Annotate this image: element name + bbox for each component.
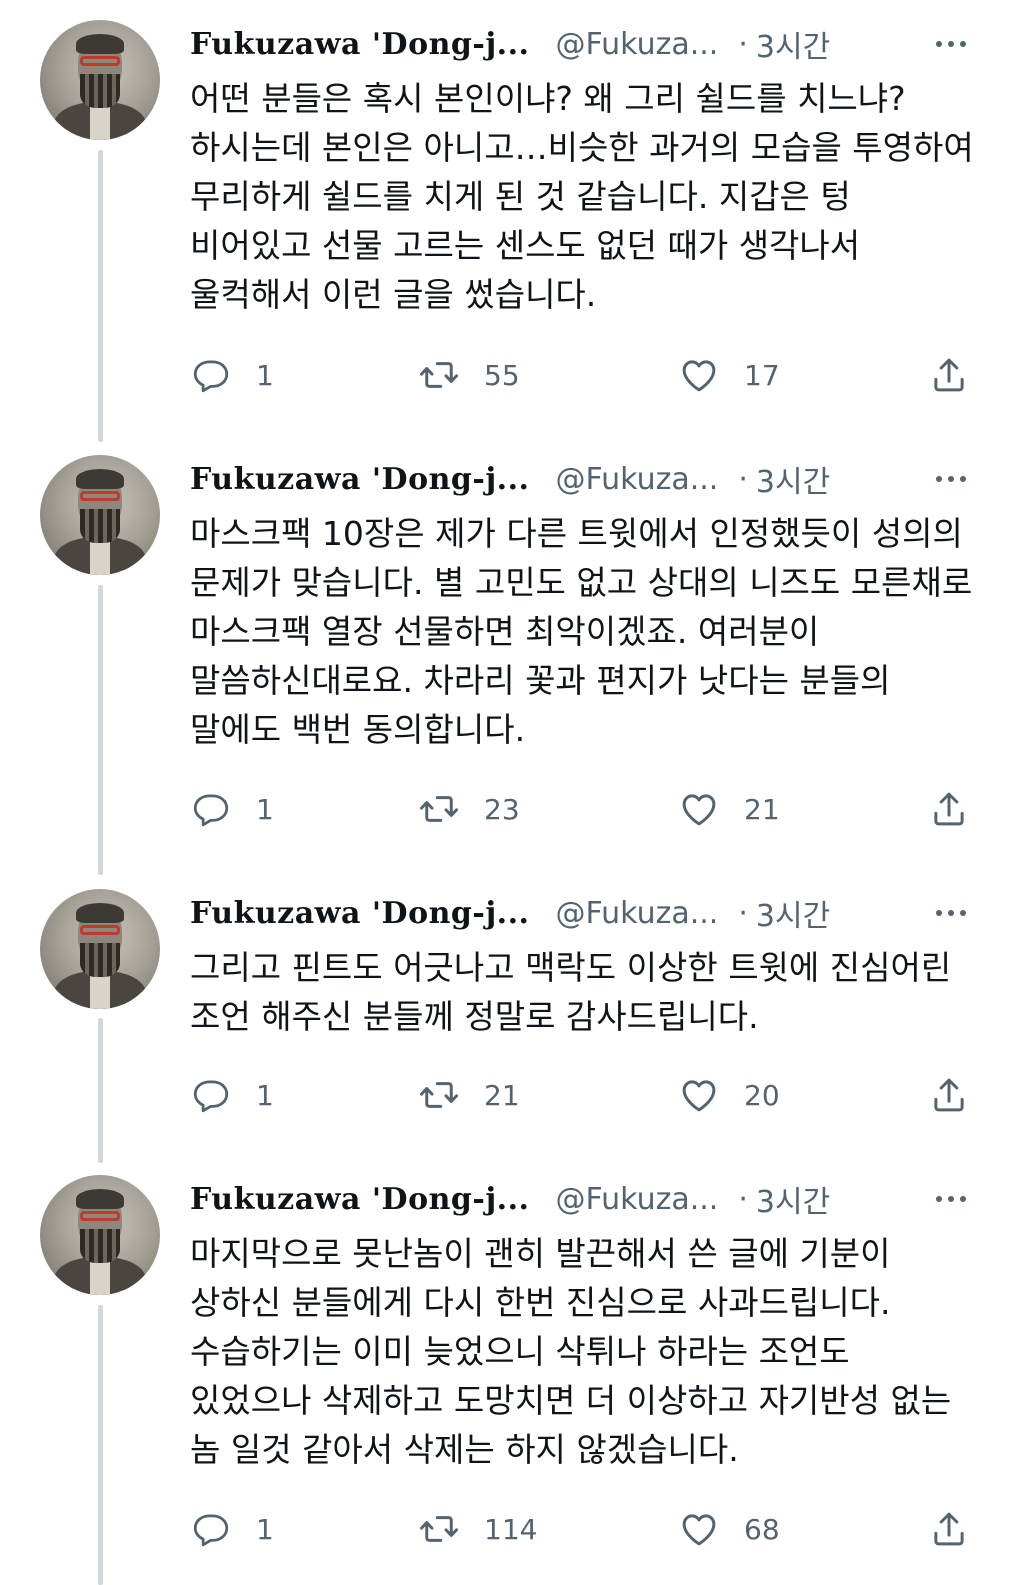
share-button[interactable]: [928, 1506, 970, 1552]
more-options-icon[interactable]: [936, 1175, 966, 1223]
tweet-text: 마지막으로 못난놈이 괜히 발끈해서 쓴 글에 기분이 상하신 분들에게 다시 …: [190, 1234, 952, 1469]
reply-count: 1: [256, 1512, 274, 1546]
tweet-header: Fukuzawa 'Dong-j... @Fukuza... · 3시간: [190, 889, 990, 937]
share-icon: [934, 1078, 964, 1112]
author-handle[interactable]: @Fukuza...: [556, 896, 719, 931]
author-name[interactable]: Fukuzawa 'Dong-j...: [190, 1182, 530, 1217]
reply-count: 1: [256, 1078, 274, 1112]
tweet-header: Fukuzawa 'Dong-j... @Fukuza... · 3시간: [190, 455, 990, 503]
tweet[interactable]: Fukuzawa 'Dong-j... @Fukuza... · 3시간 어떤 …: [0, 0, 1024, 440]
separator-dot: ·: [738, 1181, 748, 1217]
heart-icon: [682, 1514, 716, 1546]
heart-icon: [682, 360, 716, 392]
tweet[interactable]: Fukuzawa 'Dong-j... @Fukuza... · 3시간 마스크…: [0, 435, 1024, 875]
author-name[interactable]: Fukuzawa 'Dong-j...: [190, 27, 530, 62]
tweet[interactable]: Fukuzawa 'Dong-j... @Fukuza... · 3시간 마지막…: [0, 1155, 1024, 1585]
like-count: 68: [744, 1512, 780, 1546]
reply-button[interactable]: 1: [190, 352, 274, 398]
author-handle[interactable]: @Fukuza...: [556, 462, 719, 497]
retweet-count: 23: [484, 792, 520, 826]
tweet-header: Fukuzawa 'Dong-j... @Fukuza... · 3시간: [190, 20, 990, 68]
share-icon: [934, 358, 964, 392]
separator-dot: ·: [738, 895, 748, 931]
avatar[interactable]: [40, 20, 160, 140]
retweet-count: 114: [484, 1512, 538, 1546]
reply-icon: [193, 1514, 229, 1547]
tweet-header: Fukuzawa 'Dong-j... @Fukuza... · 3시간: [190, 1175, 990, 1223]
share-icon: [934, 792, 964, 826]
avatar[interactable]: [40, 1175, 160, 1295]
author-name[interactable]: Fukuzawa 'Dong-j...: [190, 896, 530, 931]
reply-button[interactable]: 1: [190, 1072, 274, 1118]
author-name[interactable]: Fukuzawa 'Dong-j...: [190, 462, 530, 497]
retweet-icon: [420, 796, 458, 822]
avatar[interactable]: [40, 889, 160, 1009]
more-options-icon[interactable]: [936, 889, 966, 937]
share-button[interactable]: [928, 786, 970, 832]
retweet-button[interactable]: 23: [418, 786, 520, 832]
retweet-count: 21: [484, 1078, 520, 1112]
like-count: 20: [744, 1078, 780, 1112]
timestamp[interactable]: 3시간: [756, 891, 830, 935]
like-button[interactable]: 21: [678, 786, 780, 832]
like-count: 21: [744, 792, 780, 826]
tweet-actions: 1 114 68: [190, 1506, 980, 1552]
author-handle[interactable]: @Fukuza...: [556, 27, 719, 62]
share-button[interactable]: [928, 352, 970, 398]
timestamp[interactable]: 3시간: [756, 1177, 830, 1221]
tweet-text: 그리고 핀트도 어긋나고 맥락도 이상한 트윗에 진심어린 조언 해주신 분들께…: [190, 948, 952, 1036]
retweet-icon: [420, 1516, 458, 1542]
retweet-icon: [420, 1082, 458, 1108]
reply-icon: [193, 794, 229, 827]
tweet-actions: 1 23 21: [190, 786, 980, 832]
tweet-actions: 1 21 20: [190, 1072, 980, 1118]
tweet-text: 어떤 분들은 혹시 본인이냐? 왜 그리 쉴드를 치느냐? 하시는데 본인은 아…: [190, 79, 974, 314]
reply-button[interactable]: 1: [190, 786, 274, 832]
separator-dot: ·: [738, 26, 748, 62]
avatar[interactable]: [40, 455, 160, 575]
retweet-button[interactable]: 55: [418, 352, 520, 398]
reply-button[interactable]: 1: [190, 1506, 274, 1552]
retweet-count: 55: [484, 358, 520, 392]
share-icon: [934, 1512, 964, 1546]
retweet-button[interactable]: 21: [418, 1072, 520, 1118]
reply-count: 1: [256, 358, 274, 392]
more-options-icon[interactable]: [936, 20, 966, 68]
tweet[interactable]: Fukuzawa 'Dong-j... @Fukuza... · 3시간 그리고…: [0, 869, 1024, 1159]
retweet-icon: [420, 362, 458, 388]
separator-dot: ·: [738, 461, 748, 497]
reply-icon: [193, 360, 229, 393]
timestamp[interactable]: 3시간: [756, 22, 830, 66]
tweet-actions: 1 55 17: [190, 352, 980, 398]
like-count: 17: [744, 358, 780, 392]
timestamp[interactable]: 3시간: [756, 457, 830, 501]
like-button[interactable]: 17: [678, 352, 780, 398]
reply-count: 1: [256, 792, 274, 826]
more-options-icon[interactable]: [936, 455, 966, 503]
heart-icon: [682, 1080, 716, 1112]
author-handle[interactable]: @Fukuza...: [556, 1182, 719, 1217]
like-button[interactable]: 68: [678, 1506, 780, 1552]
heart-icon: [682, 794, 716, 826]
retweet-button[interactable]: 114: [418, 1506, 537, 1552]
tweet-text: 마스크팩 10장은 제가 다른 트윗에서 인정했듯이 성의의 문제가 맞습니다.…: [190, 514, 973, 749]
share-button[interactable]: [928, 1072, 970, 1118]
like-button[interactable]: 20: [678, 1072, 780, 1118]
reply-icon: [193, 1080, 229, 1113]
